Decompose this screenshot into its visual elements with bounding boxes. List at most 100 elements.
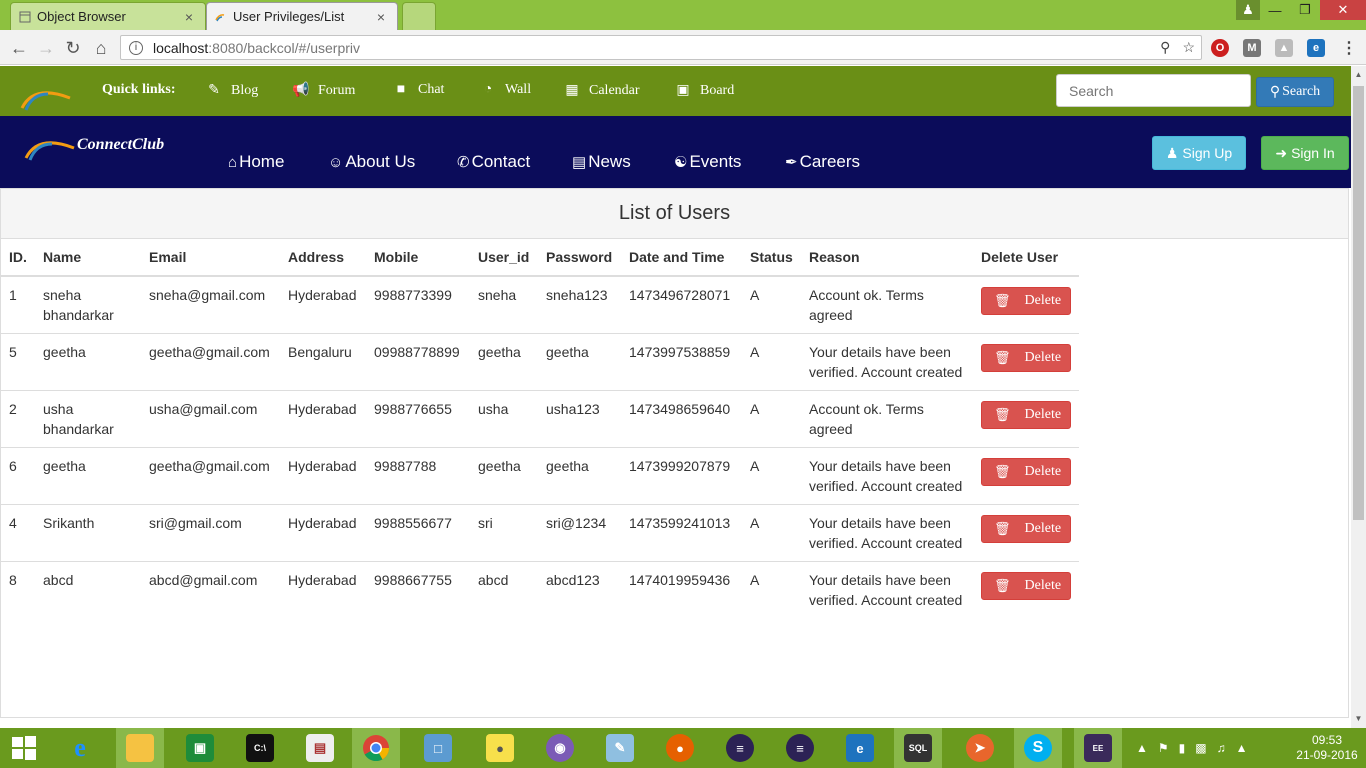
flag-icon[interactable]: ⚑ — [1158, 741, 1169, 755]
url-input[interactable]: i localhost:8080/backcol/#/userpriv ⚲ ☆ — [120, 35, 1202, 60]
drive-extension-icon[interactable]: ▲ — [1275, 39, 1293, 57]
home-icon[interactable]: ⌂ — [90, 37, 112, 59]
new-tab-button[interactable] — [402, 2, 436, 30]
battery-icon[interactable]: ▮ — [1179, 741, 1186, 755]
cell-password: abcd123 — [538, 561, 621, 618]
taskbar-sql[interactable]: SQL — [894, 728, 942, 768]
taskbar-database[interactable]: ● — [476, 728, 524, 768]
taskbar-skype[interactable]: S — [1014, 728, 1062, 768]
user-profile-icon[interactable]: ♟ — [1236, 0, 1260, 20]
blackboard-icon: ▣ — [676, 83, 690, 98]
google-drive-icon[interactable]: ▲ — [1236, 741, 1248, 755]
delete-user-button[interactable]: 🗑 Delete — [981, 458, 1071, 486]
taskbar-eclipse-2[interactable]: ≡ — [776, 728, 824, 768]
cell-user-id: sri — [470, 504, 538, 562]
cell-name: geetha — [35, 447, 141, 505]
taskbar-ie[interactable]: e — [56, 728, 104, 768]
nav-careers[interactable]: ✒ Careers — [785, 152, 860, 172]
nav-home[interactable]: ⌂ Home — [228, 152, 284, 172]
close-icon[interactable]: × — [375, 9, 387, 25]
scrollbar-thumb[interactable] — [1353, 86, 1364, 520]
nav-about-us[interactable]: ☺ About Us — [328, 152, 415, 172]
nav-events[interactable]: ☯ Events — [674, 152, 741, 172]
signal-icon[interactable]: ▩ — [1195, 741, 1206, 755]
window-close-icon[interactable]: ✕ — [1320, 0, 1366, 20]
opera-extension-icon[interactable]: O — [1211, 39, 1229, 57]
reload-icon[interactable]: ↻ — [62, 37, 84, 59]
delete-label: Delete — [1024, 350, 1062, 365]
cell-id: 1 — [1, 275, 35, 334]
cell-user-id: usha — [470, 390, 538, 448]
nav-news[interactable]: ▤ News — [572, 152, 631, 172]
brand-name[interactable]: ConnectClub — [77, 136, 164, 154]
sign-in-button[interactable]: ➜ Sign In — [1261, 136, 1349, 170]
taskbar-javaee[interactable]: EE — [1074, 728, 1122, 768]
quick-link-blog[interactable]: ✎ Blog — [205, 82, 258, 99]
quick-link-chat[interactable]: ■ Chat — [392, 82, 445, 98]
taskbar-eclipse-3[interactable]: e — [836, 728, 884, 768]
sign-up-button[interactable]: ♟ Sign Up — [1152, 136, 1246, 170]
url-path: :8080/backcol/#/userpriv — [208, 39, 361, 56]
quick-link-calendar[interactable]: ▦ Calendar — [563, 82, 639, 99]
scroll-down-icon[interactable]: ▼ — [1354, 714, 1363, 723]
cell-status: A — [742, 561, 801, 618]
delete-user-button[interactable]: 🗑 Delete — [981, 344, 1071, 372]
delete-user-button[interactable]: 🗑 Delete — [981, 401, 1071, 429]
taskbar-app[interactable]: □ — [414, 728, 462, 768]
taskbar-store[interactable]: ▣ — [176, 728, 224, 768]
column-header: Delete User — [973, 239, 1079, 277]
tab-user-privileges[interactable]: User Privileges/List × — [206, 2, 398, 30]
taskbar-tool[interactable]: ➤ — [956, 728, 1004, 768]
delete-user-button[interactable]: 🗑 Delete — [981, 572, 1071, 600]
taskbar-github[interactable]: ◉ — [536, 728, 584, 768]
key-icon[interactable]: ⚲ — [1160, 39, 1170, 56]
cell-mobile: 9988556677 — [366, 504, 470, 562]
restore-icon[interactable]: ❐ — [1290, 0, 1320, 20]
taskbar-firefox[interactable]: ● — [656, 728, 704, 768]
nav-contact[interactable]: ✆ Contact — [457, 152, 530, 172]
trash-icon: 🗑 — [994, 521, 1011, 536]
cell-id: 5 — [1, 333, 35, 391]
quick-link-wall[interactable]: ◔ Wall — [479, 82, 531, 98]
cell-address: Bengaluru — [280, 333, 366, 391]
cell-status: A — [742, 504, 801, 562]
clock-time: 09:53 — [1311, 733, 1343, 747]
taskbar-cmd[interactable]: C:\ — [236, 728, 284, 768]
tab-object-browser[interactable]: Object Browser × — [10, 2, 206, 30]
cell-id: 4 — [1, 504, 35, 562]
taskbar-file-explorer[interactable] — [116, 728, 164, 768]
quick-link-board[interactable]: ▣ Board — [674, 82, 734, 99]
search-input[interactable] — [1056, 74, 1251, 107]
minimize-icon[interactable]: — — [1260, 0, 1290, 20]
taskbar-notes[interactable]: ✎ — [596, 728, 644, 768]
bookmark-star-icon[interactable]: ☆ — [1182, 39, 1195, 56]
quick-link-forum[interactable]: 📢 Forum — [292, 82, 355, 99]
column-header: Email — [141, 239, 280, 277]
cell-delete: 🗑 Delete — [973, 561, 1079, 618]
delete-user-button[interactable]: 🗑 Delete — [981, 287, 1071, 315]
taskbar-chrome[interactable] — [352, 728, 400, 768]
start-button[interactable] — [0, 728, 48, 768]
page-scrollbar[interactable]: ▲ ▼ — [1351, 66, 1366, 728]
menu-icon[interactable]: ⋮ — [1340, 39, 1358, 57]
close-icon[interactable]: × — [183, 9, 195, 25]
mail-extension-icon[interactable]: M — [1243, 39, 1261, 57]
eclipse-extension-icon[interactable]: e — [1307, 39, 1325, 57]
forward-arrow-icon[interactable]: → — [35, 37, 57, 59]
scroll-up-icon[interactable]: ▲ — [1354, 70, 1363, 79]
search-button[interactable]: ⚲ Search — [1256, 77, 1334, 107]
delete-user-button[interactable]: 🗑 Delete — [981, 515, 1071, 543]
speaker-icon[interactable]: ♫ — [1217, 741, 1226, 755]
info-icon[interactable]: i — [129, 40, 143, 55]
column-header: User_id — [470, 239, 538, 277]
taskbar-reader[interactable]: ▤ — [296, 728, 344, 768]
chevron-up-icon[interactable]: ▲ — [1136, 741, 1148, 755]
comment-icon: ■ — [396, 82, 406, 97]
taskbar-eclipse-1[interactable]: ≡ — [716, 728, 764, 768]
taskbar-clock[interactable]: 09:53 21-09-2016 — [1296, 733, 1358, 763]
java-ee-icon: EE — [1084, 734, 1112, 762]
windows-taskbar: e ▣ C:\ ▤ □ ● ◉ ✎ ● ≡ ≡ e SQL ➤ S EE ▲ ⚑… — [0, 728, 1366, 768]
back-arrow-icon[interactable]: ← — [8, 37, 30, 59]
home-icon: ⌂ — [228, 153, 238, 171]
table-row: 6 geetha geetha@gmail.com Hyderabad 99887788… — [1, 447, 1079, 505]
